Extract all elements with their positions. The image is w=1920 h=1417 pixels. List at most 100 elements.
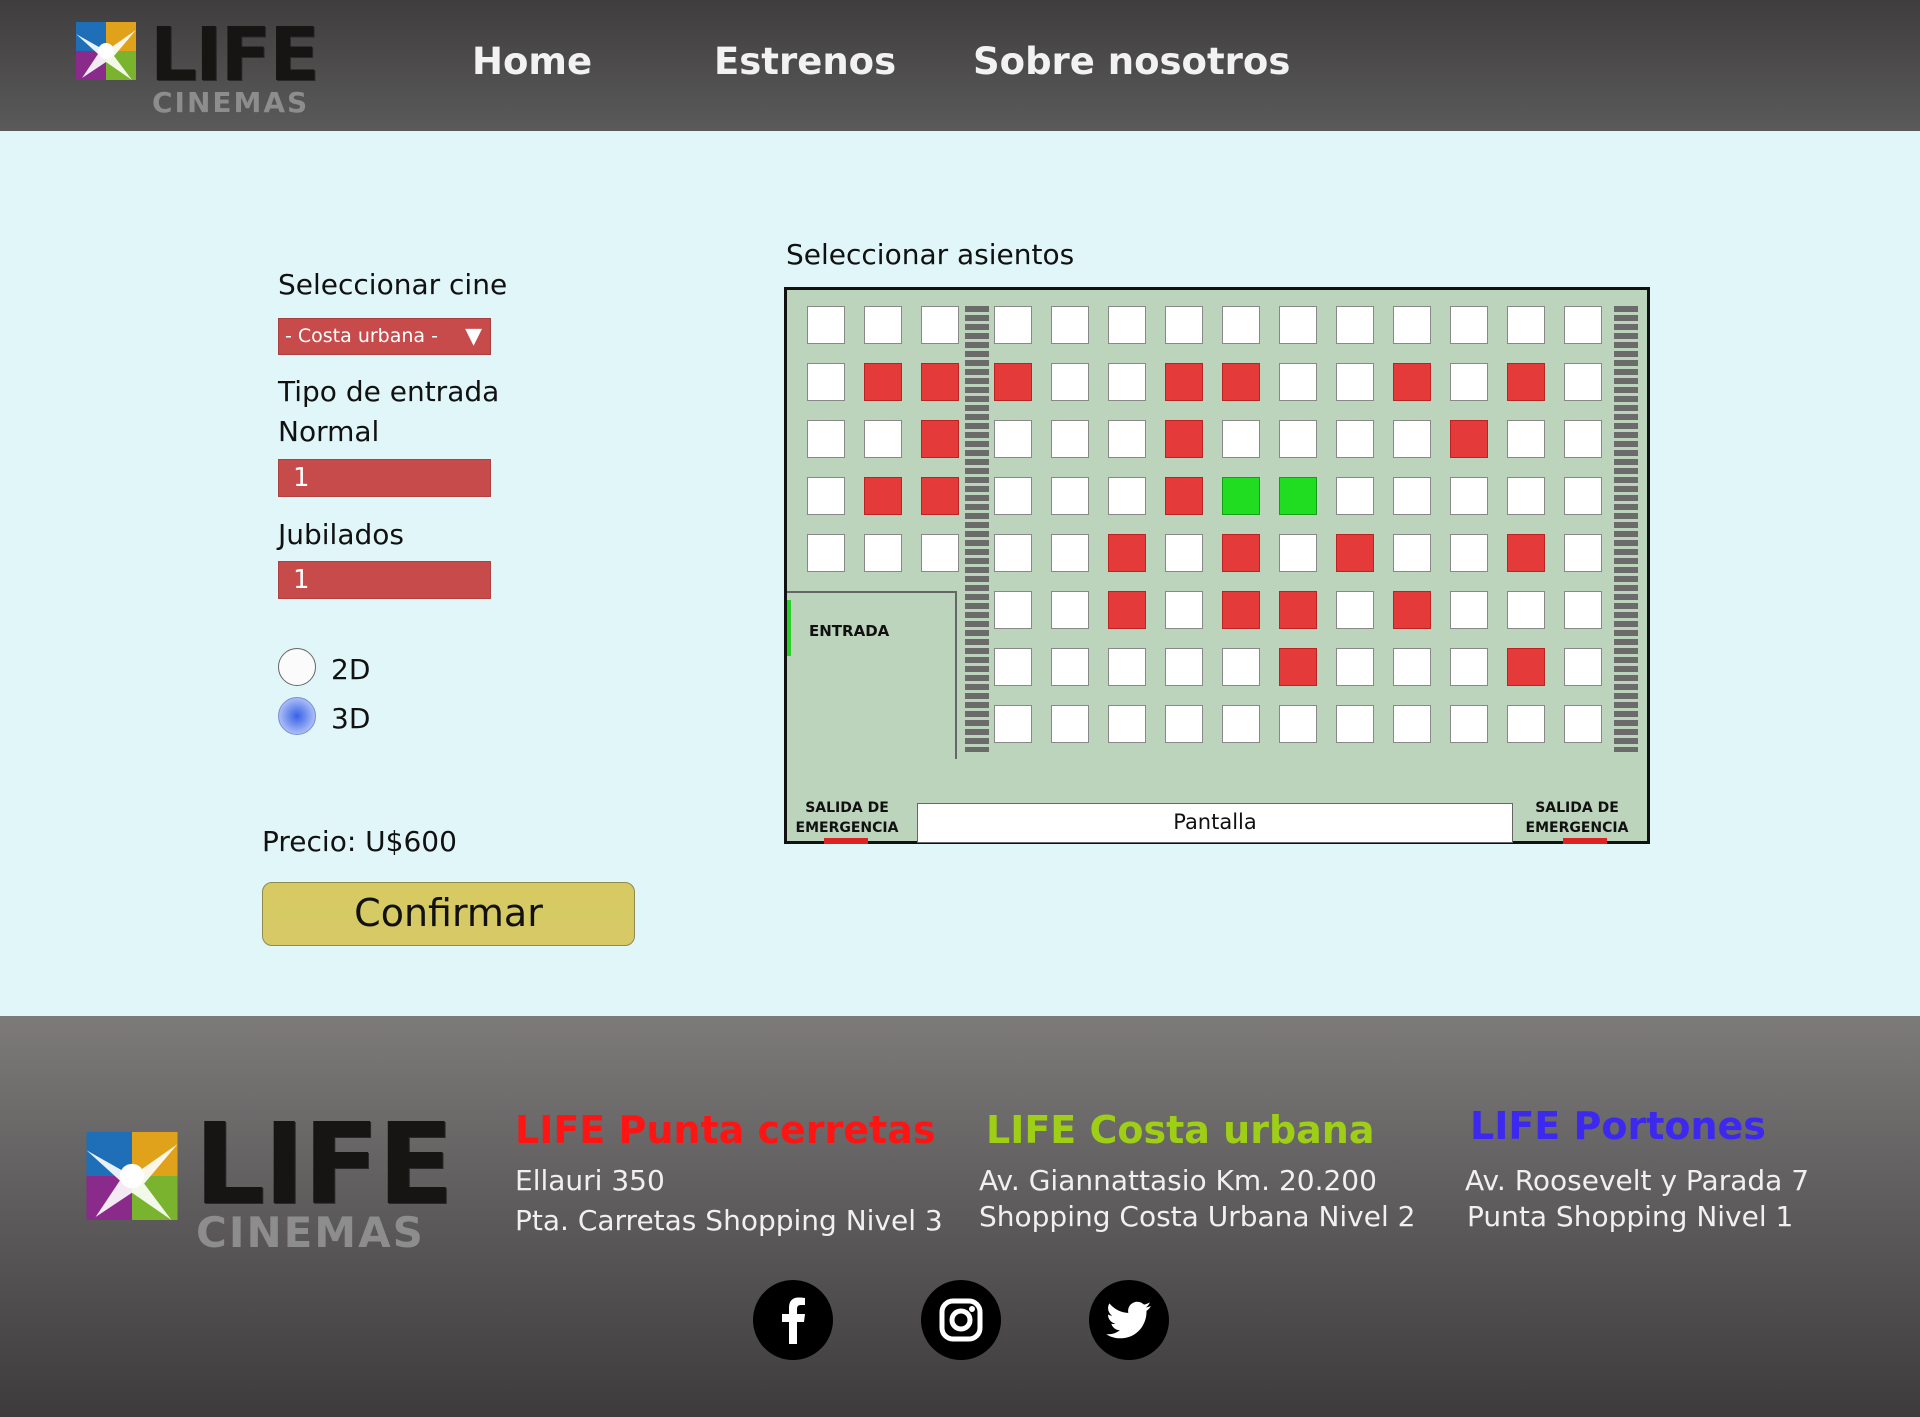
twitter-icon[interactable] — [1089, 1280, 1169, 1360]
seat-occupied[interactable] — [864, 363, 902, 401]
seat-free[interactable] — [1507, 591, 1545, 629]
seat-free[interactable] — [864, 534, 902, 572]
seat-free[interactable] — [864, 420, 902, 458]
seat-occupied[interactable] — [1507, 648, 1545, 686]
seat-free[interactable] — [1393, 477, 1431, 515]
seat-free[interactable] — [1051, 648, 1089, 686]
seat-free[interactable] — [1108, 477, 1146, 515]
seat-free[interactable] — [1336, 306, 1374, 344]
format-2d-radio[interactable] — [278, 648, 316, 686]
nav-estrenos[interactable]: Estrenos — [714, 40, 896, 83]
seat-occupied[interactable] — [1222, 591, 1260, 629]
seat-free[interactable] — [1564, 648, 1602, 686]
seat-free[interactable] — [807, 534, 845, 572]
seat-free[interactable] — [1108, 306, 1146, 344]
seat-free[interactable] — [864, 306, 902, 344]
seat-free[interactable] — [1564, 420, 1602, 458]
seat-occupied[interactable] — [1393, 591, 1431, 629]
seat-free[interactable] — [1051, 534, 1089, 572]
seat-free[interactable] — [994, 534, 1032, 572]
seat-occupied[interactable] — [1222, 534, 1260, 572]
seat-free[interactable] — [1393, 306, 1431, 344]
seat-free[interactable] — [1165, 591, 1203, 629]
seat-free[interactable] — [1336, 648, 1374, 686]
seat-free[interactable] — [1051, 363, 1089, 401]
seat-free[interactable] — [994, 477, 1032, 515]
seat-free[interactable] — [921, 534, 959, 572]
seat-free[interactable] — [1393, 534, 1431, 572]
seat-free[interactable] — [1564, 477, 1602, 515]
seat-free[interactable] — [1222, 420, 1260, 458]
seat-free[interactable] — [1450, 477, 1488, 515]
seat-free[interactable] — [1222, 306, 1260, 344]
seat-free[interactable] — [1450, 534, 1488, 572]
seat-free[interactable] — [994, 591, 1032, 629]
seat-occupied[interactable] — [1108, 591, 1146, 629]
seat-occupied[interactable] — [921, 477, 959, 515]
seat-free[interactable] — [1108, 420, 1146, 458]
seat-occupied[interactable] — [864, 477, 902, 515]
seat-free[interactable] — [1336, 477, 1374, 515]
seat-occupied[interactable] — [1450, 420, 1488, 458]
seat-free[interactable] — [1564, 306, 1602, 344]
seat-free[interactable] — [1336, 420, 1374, 458]
seat-free[interactable] — [1564, 363, 1602, 401]
seat-free[interactable] — [1336, 363, 1374, 401]
seat-free[interactable] — [1051, 477, 1089, 515]
seat-free[interactable] — [994, 705, 1032, 743]
seat-free[interactable] — [1051, 705, 1089, 743]
seat-free[interactable] — [807, 420, 845, 458]
seat-free[interactable] — [994, 306, 1032, 344]
seat-free[interactable] — [1279, 306, 1317, 344]
seat-free[interactable] — [1450, 306, 1488, 344]
format-2d-label[interactable]: 2D — [331, 653, 370, 686]
seat-free[interactable] — [1564, 705, 1602, 743]
facebook-icon[interactable] — [753, 1280, 833, 1360]
seat-occupied[interactable] — [1507, 363, 1545, 401]
confirm-button[interactable]: Confirmar — [262, 882, 635, 946]
seat-free[interactable] — [1507, 705, 1545, 743]
seat-occupied[interactable] — [1279, 591, 1317, 629]
cinema-dropdown[interactable]: - Costa urbana - ▼ — [278, 318, 491, 355]
jubilados-quantity-input[interactable]: 1 — [278, 561, 491, 599]
seat-occupied[interactable] — [1165, 363, 1203, 401]
seat-occupied[interactable] — [1222, 363, 1260, 401]
seat-free[interactable] — [1222, 648, 1260, 686]
seat-occupied[interactable] — [1393, 363, 1431, 401]
seat-free[interactable] — [1165, 534, 1203, 572]
seat-free[interactable] — [1336, 705, 1374, 743]
seat-free[interactable] — [1165, 648, 1203, 686]
seat-occupied[interactable] — [1165, 477, 1203, 515]
seat-free[interactable] — [1507, 306, 1545, 344]
brand-logo[interactable]: LIFE CINEMAS — [76, 12, 326, 120]
seat-occupied[interactable] — [1336, 534, 1374, 572]
seat-free[interactable] — [1279, 705, 1317, 743]
seat-free[interactable] — [994, 648, 1032, 686]
seat-free[interactable] — [1279, 363, 1317, 401]
seat-selected[interactable] — [1222, 477, 1260, 515]
seat-occupied[interactable] — [1108, 534, 1146, 572]
nav-home[interactable]: Home — [472, 40, 592, 83]
seat-free[interactable] — [1564, 591, 1602, 629]
seat-free[interactable] — [1108, 363, 1146, 401]
seat-free[interactable] — [994, 420, 1032, 458]
seat-free[interactable] — [1393, 705, 1431, 743]
seat-free[interactable] — [1450, 591, 1488, 629]
format-3d-radio[interactable] — [278, 697, 316, 735]
seat-free[interactable] — [1051, 306, 1089, 344]
seat-occupied[interactable] — [1165, 420, 1203, 458]
format-3d-label[interactable]: 3D — [331, 702, 370, 735]
seat-free[interactable] — [1108, 705, 1146, 743]
seat-free[interactable] — [1108, 648, 1146, 686]
seat-occupied[interactable] — [1279, 648, 1317, 686]
seat-free[interactable] — [1393, 648, 1431, 686]
seat-free[interactable] — [1051, 591, 1089, 629]
seat-free[interactable] — [1564, 534, 1602, 572]
seat-free[interactable] — [1336, 591, 1374, 629]
normal-quantity-input[interactable]: 1 — [278, 459, 491, 497]
seat-free[interactable] — [807, 363, 845, 401]
seat-free[interactable] — [1165, 705, 1203, 743]
instagram-icon[interactable] — [921, 1280, 1001, 1360]
seat-free[interactable] — [1450, 363, 1488, 401]
seat-free[interactable] — [1279, 420, 1317, 458]
